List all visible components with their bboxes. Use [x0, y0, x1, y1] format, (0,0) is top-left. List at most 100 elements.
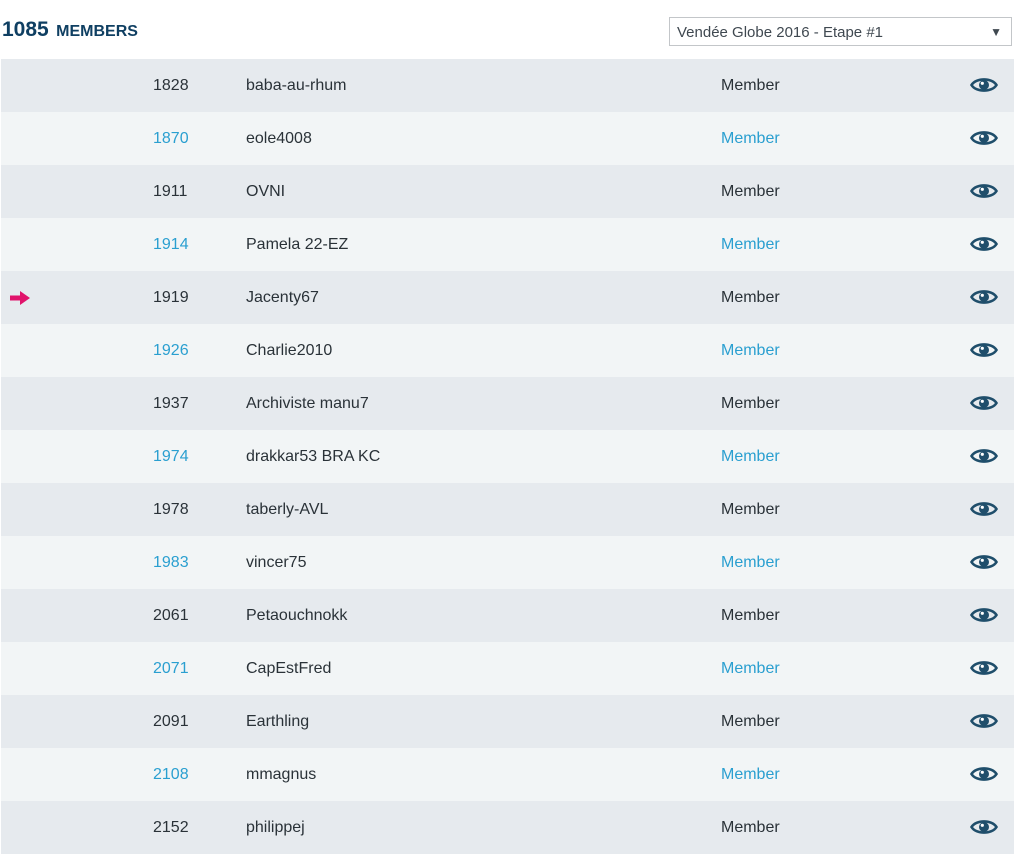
table-row[interactable]: 1937 Archiviste manu7 Member [1, 377, 1014, 430]
member-name[interactable]: drakkar53 BRA KC [246, 430, 380, 483]
member-role: Member [721, 342, 780, 359]
member-name[interactable]: CapEstFred [246, 642, 331, 695]
eye-icon [970, 555, 998, 569]
table-row[interactable]: 1914 Pamela 22-EZ Member [1, 218, 1014, 271]
member-name[interactable]: baba-au-rhum [246, 59, 347, 112]
member-rank: 2061 [153, 607, 189, 624]
member-role: Member [721, 395, 780, 412]
member-role: Member [721, 554, 780, 571]
member-name[interactable]: eole4008 [246, 112, 312, 165]
eye-icon [970, 131, 998, 145]
member-role: Member [721, 766, 780, 783]
row-marker-cell [10, 271, 32, 305]
member-rank: 1919 [153, 289, 189, 306]
member-role: Member [721, 289, 780, 306]
table-row[interactable]: 2108 mmagnus Member [1, 748, 1014, 801]
member-name[interactable]: Charlie2010 [246, 324, 332, 377]
eye-icon [970, 608, 998, 622]
view-member-button[interactable] [970, 128, 998, 148]
member-count-label: MEMBERS [56, 23, 138, 40]
member-role: Member [721, 819, 780, 836]
eye-icon [970, 396, 998, 410]
member-name[interactable]: taberly-AVL [246, 483, 328, 536]
member-rank: 1937 [153, 395, 189, 412]
member-rank: 1926 [153, 342, 189, 359]
member-name[interactable]: Jacenty67 [246, 271, 319, 324]
member-rank: 2152 [153, 819, 189, 836]
eye-icon [970, 184, 998, 198]
eye-icon [970, 820, 998, 834]
arrow-right-icon [10, 291, 30, 305]
table-row[interactable]: 1983 vincer75 Member [1, 536, 1014, 589]
member-role: Member [721, 183, 780, 200]
view-member-button[interactable] [970, 340, 998, 360]
member-rank: 1974 [153, 448, 189, 465]
member-rank: 2071 [153, 660, 189, 677]
view-member-button[interactable] [970, 817, 998, 837]
race-select-value: Vendée Globe 2016 - Etape #1 [677, 24, 884, 41]
eye-icon [970, 343, 998, 357]
table-row[interactable]: 2152 philippej Member [1, 801, 1014, 854]
member-rank: 1983 [153, 554, 189, 571]
members-header: 1085 MEMBERS Vendée Globe 2016 - Etape #… [0, 0, 1018, 59]
table-row[interactable]: 1978 taberly-AVL Member [1, 483, 1014, 536]
eye-icon [970, 237, 998, 251]
member-name[interactable]: Petaouchnokk [246, 589, 347, 642]
member-rank: 1870 [153, 130, 189, 147]
view-member-button[interactable] [970, 393, 998, 413]
eye-icon [970, 714, 998, 728]
view-member-button[interactable] [970, 287, 998, 307]
eye-icon [970, 502, 998, 516]
member-role: Member [721, 236, 780, 253]
table-row[interactable]: 1870 eole4008 Member [1, 112, 1014, 165]
member-role: Member [721, 713, 780, 730]
member-name[interactable]: vincer75 [246, 536, 306, 589]
member-rank: 1911 [153, 183, 188, 200]
race-select-dropdown[interactable]: Vendée Globe 2016 - Etape #1 ▼ [669, 17, 1012, 46]
view-member-button[interactable] [970, 764, 998, 784]
view-member-button[interactable] [970, 605, 998, 625]
table-row[interactable]: 1911 OVNI Member [1, 165, 1014, 218]
view-member-button[interactable] [970, 75, 998, 95]
member-role: Member [721, 660, 780, 677]
member-rank: 1978 [153, 501, 189, 518]
table-row[interactable]: 2061 Petaouchnokk Member [1, 589, 1014, 642]
view-member-button[interactable] [970, 234, 998, 254]
view-member-button[interactable] [970, 446, 998, 466]
member-rank: 2108 [153, 766, 189, 783]
member-name[interactable]: philippej [246, 801, 305, 854]
member-role: Member [721, 501, 780, 518]
view-member-button[interactable] [970, 711, 998, 731]
member-role: Member [721, 607, 780, 624]
table-row[interactable]: 1926 Charlie2010 Member [1, 324, 1014, 377]
member-rank: 1914 [153, 236, 189, 253]
eye-icon [970, 767, 998, 781]
view-member-button[interactable] [970, 499, 998, 519]
eye-icon [970, 661, 998, 675]
member-role: Member [721, 448, 780, 465]
members-table: 1828 baba-au-rhum Member 1870 eole4008 Member… [1, 59, 1014, 854]
table-row[interactable]: 1974 drakkar53 BRA KC Member [1, 430, 1014, 483]
table-row[interactable]: 2091 Earthling Member [1, 695, 1014, 748]
chevron-down-icon: ▼ [990, 25, 1002, 39]
view-member-button[interactable] [970, 658, 998, 678]
member-name[interactable]: Earthling [246, 695, 309, 748]
eye-icon [970, 290, 998, 304]
member-rank: 1828 [153, 77, 189, 94]
member-count-title: 1085 MEMBERS [2, 18, 138, 42]
table-row[interactable]: 1828 baba-au-rhum Member [1, 59, 1014, 112]
member-rank: 2091 [153, 713, 189, 730]
table-row[interactable]: 1919 Jacenty67 Member [1, 271, 1014, 324]
member-name[interactable]: OVNI [246, 165, 285, 218]
member-count-number: 1085 [2, 18, 49, 41]
member-name[interactable]: Archiviste manu7 [246, 377, 369, 430]
member-role: Member [721, 77, 780, 94]
eye-icon [970, 449, 998, 463]
table-row[interactable]: 2071 CapEstFred Member [1, 642, 1014, 695]
member-name[interactable]: mmagnus [246, 748, 316, 801]
view-member-button[interactable] [970, 552, 998, 572]
member-name[interactable]: Pamela 22-EZ [246, 218, 348, 271]
view-member-button[interactable] [970, 181, 998, 201]
eye-icon [970, 78, 998, 92]
member-role: Member [721, 130, 780, 147]
